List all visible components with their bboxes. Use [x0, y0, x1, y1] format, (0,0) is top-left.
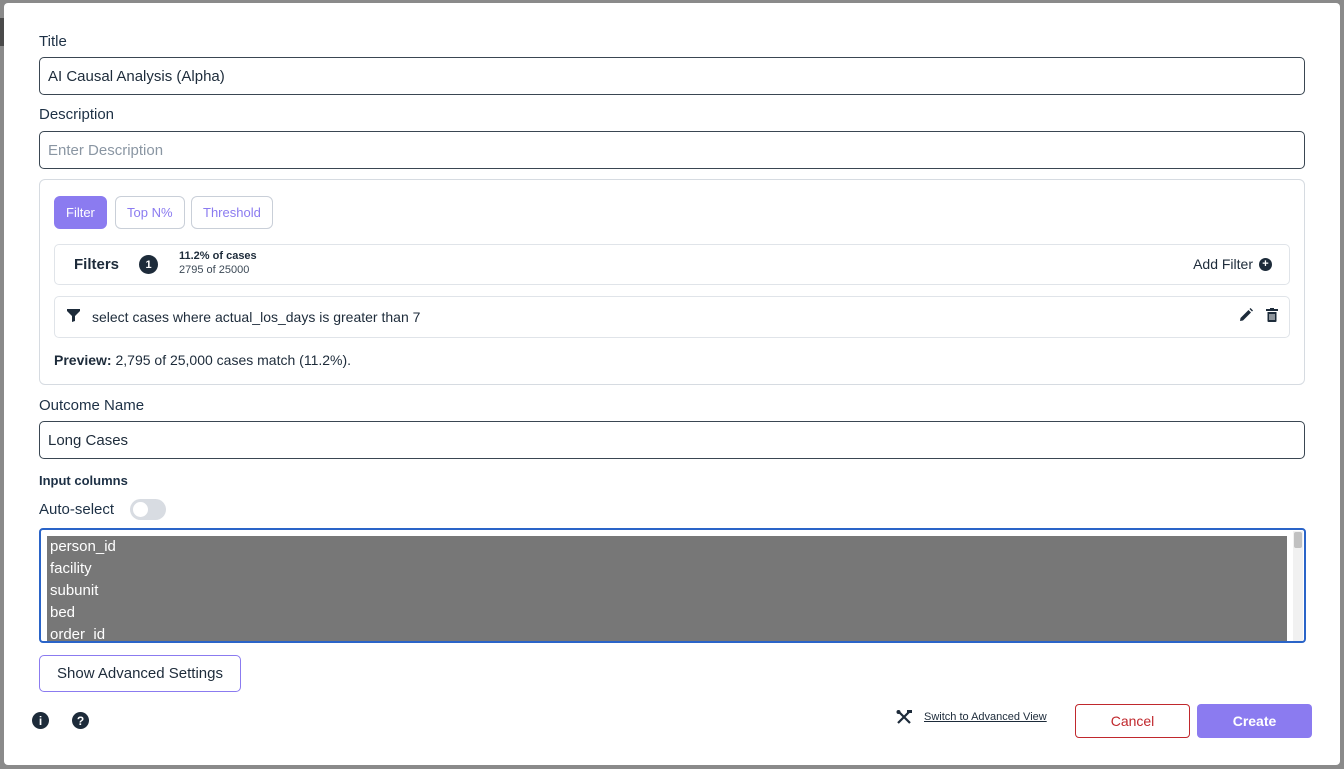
scrollbar-thumb[interactable]	[1294, 532, 1302, 548]
edit-icon[interactable]	[1239, 308, 1253, 322]
listbox-options: person_id facility subunit bed order_id	[47, 536, 1287, 641]
toggle-knob	[133, 502, 148, 517]
info-icon[interactable]: i	[32, 712, 49, 729]
create-button[interactable]: Create	[1197, 704, 1312, 738]
tools-icon	[896, 710, 912, 724]
filters-summary-bar: Filters 1 11.2% of cases 2795 of 25000 A…	[54, 244, 1290, 285]
help-icon[interactable]: ?	[72, 712, 89, 729]
tab-threshold[interactable]: Threshold	[191, 196, 273, 229]
listbox-scrollbar[interactable]	[1293, 531, 1303, 641]
column-option[interactable]: facility	[47, 558, 1287, 580]
filters-title: Filters	[74, 256, 120, 273]
add-filter-button[interactable]: Add Filter +	[1193, 256, 1272, 272]
title-input[interactable]	[39, 57, 1305, 95]
filter-panel: Filter Top N% Threshold Filters 1 11.2% …	[39, 179, 1305, 385]
input-columns-listbox[interactable]: person_id facility subunit bed order_id	[39, 528, 1306, 643]
switch-view-label: Switch to Advanced View	[924, 711, 1047, 723]
trash-icon[interactable]	[1266, 308, 1278, 322]
filter-row: select cases where actual_los_days is gr…	[54, 296, 1290, 338]
column-option[interactable]: bed	[47, 602, 1287, 624]
outcome-name-label: Outcome Name	[39, 397, 145, 414]
tab-top-n[interactable]: Top N%	[115, 196, 185, 229]
tab-filter[interactable]: Filter	[54, 196, 107, 229]
case-percent: 11.2% of cases	[179, 250, 257, 262]
description-input[interactable]	[39, 131, 1305, 169]
column-option[interactable]: person_id	[47, 536, 1287, 558]
switch-advanced-view-link[interactable]: Switch to Advanced View	[896, 710, 1047, 724]
filter-rule-text: select cases where actual_los_days is gr…	[92, 309, 421, 325]
funnel-icon	[67, 309, 80, 322]
title-label: Title	[39, 33, 67, 50]
column-option[interactable]: subunit	[47, 580, 1287, 602]
filter-preview: Preview: 2,795 of 25,000 cases match (11…	[54, 352, 351, 368]
preview-text: 2,795 of 25,000 cases match (11.2%).	[115, 352, 352, 368]
outcome-name-input[interactable]	[39, 421, 1305, 459]
auto-select-toggle[interactable]	[130, 499, 166, 520]
create-analysis-dialog: Title Description Filter Top N% Threshol…	[4, 3, 1340, 765]
plus-circle-icon: +	[1259, 257, 1272, 271]
case-count: 2795 of 25000	[179, 264, 250, 276]
add-filter-label: Add Filter	[1193, 256, 1253, 272]
filter-count-badge: 1	[139, 255, 158, 274]
column-option[interactable]: order_id	[47, 624, 1287, 641]
input-columns-heading: Input columns	[39, 473, 128, 488]
preview-label: Preview:	[54, 352, 112, 368]
description-label: Description	[39, 106, 115, 123]
cancel-button[interactable]: Cancel	[1075, 704, 1190, 738]
auto-select-label: Auto-select	[39, 501, 115, 518]
show-advanced-settings-button[interactable]: Show Advanced Settings	[39, 655, 241, 692]
